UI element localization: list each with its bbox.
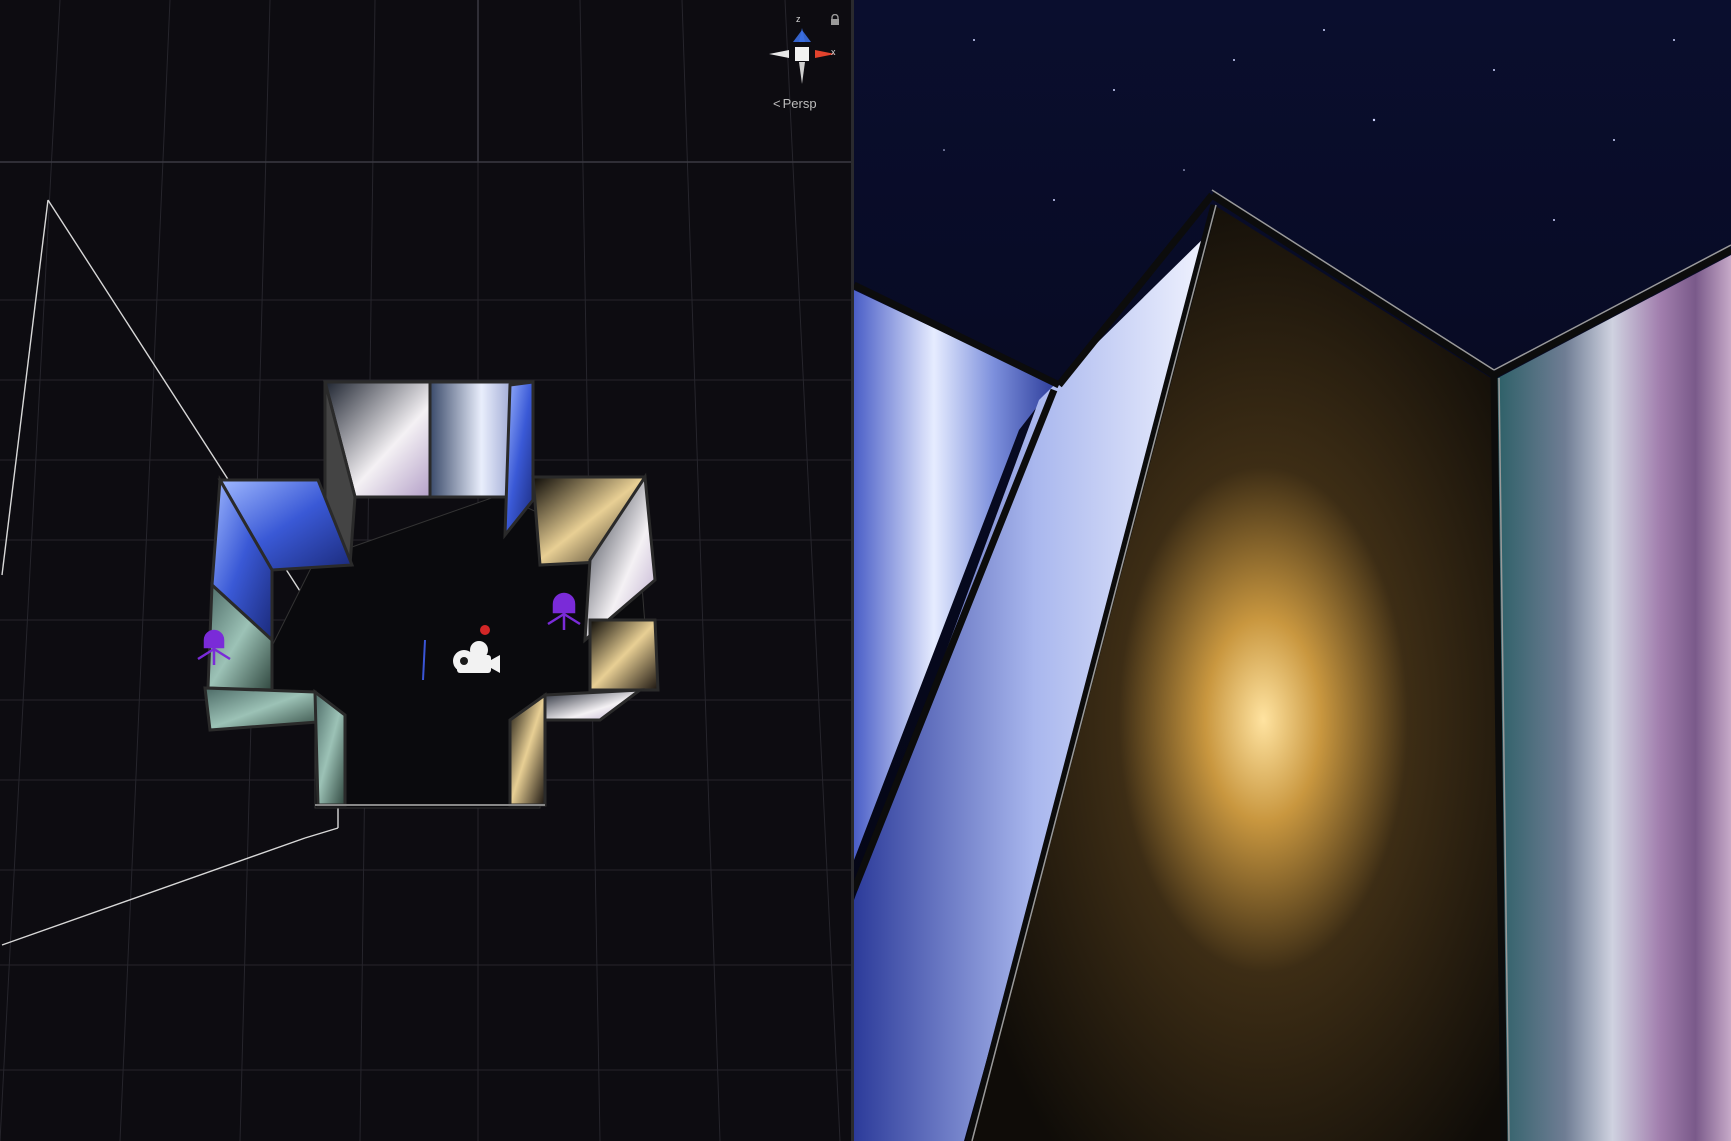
lock-icon[interactable] (830, 14, 840, 26)
scene-canvas[interactable] (0, 0, 852, 1141)
axis-z-label: z (796, 14, 801, 24)
camera-frustum (1, 199, 339, 946)
projection-toggle-button[interactable]: < Persp (773, 96, 817, 111)
panel-southwest-a (203, 686, 320, 732)
game-view[interactable] (854, 0, 1731, 1141)
wall-right (1494, 255, 1731, 1141)
axis-x-label: x (831, 47, 836, 57)
panel-east-c (588, 618, 660, 692)
game-canvas (854, 0, 1731, 1141)
red-marker (480, 625, 490, 635)
projection-label: Persp (782, 96, 817, 111)
axis-gizmo-icon (769, 28, 835, 84)
chevron-left-icon: < (773, 96, 781, 111)
scene-view[interactable]: z x < Persp (0, 0, 852, 1141)
panel-southeast-a (543, 688, 645, 722)
